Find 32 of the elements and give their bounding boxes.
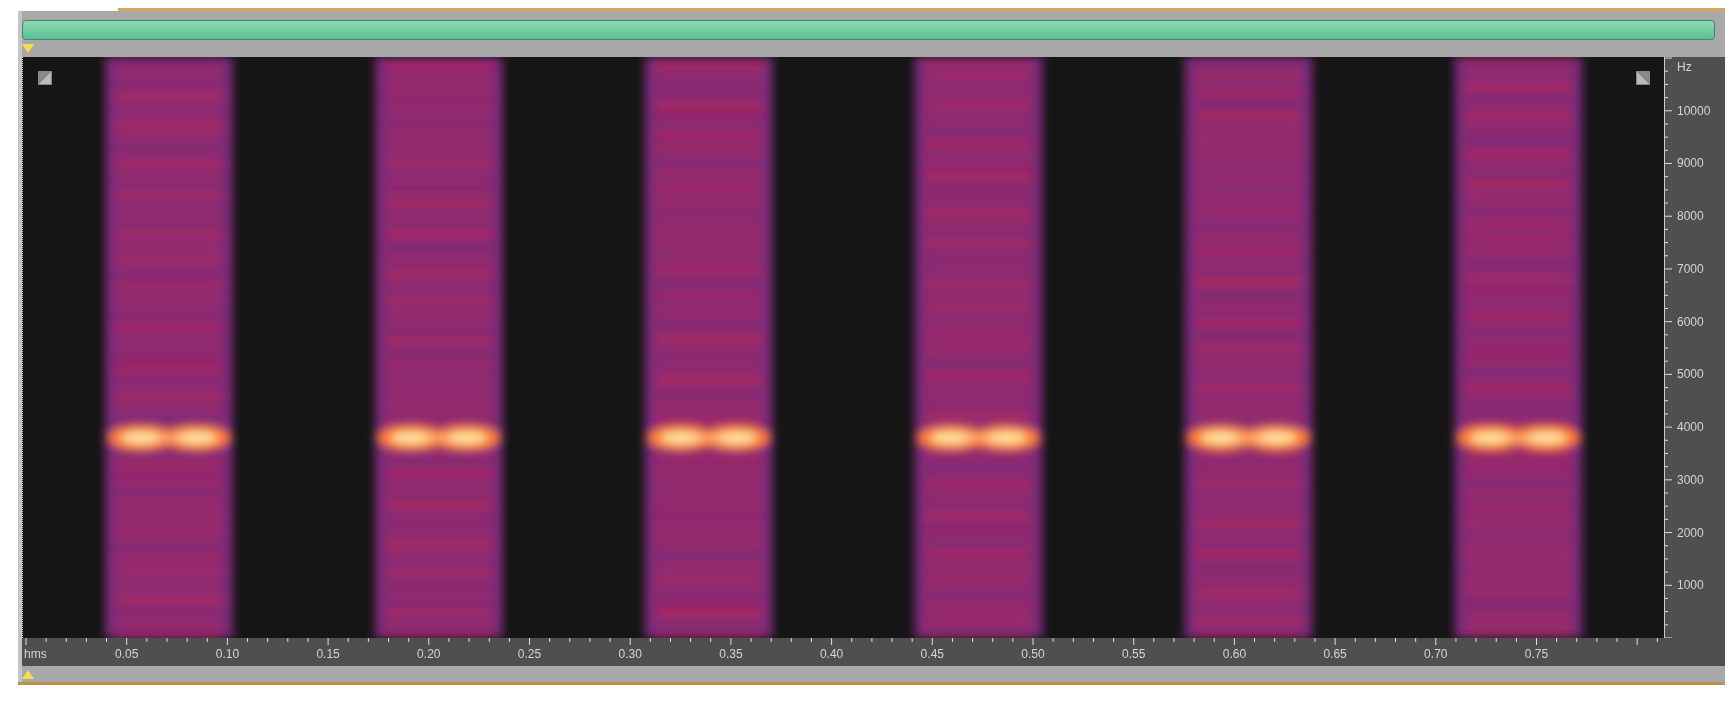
time-unit: hms (24, 647, 47, 661)
time-tick-label: 0.25 (517, 647, 542, 661)
frequency-tick-label: 5000 (1677, 367, 1704, 382)
time-tick-label: 0.15 (316, 647, 340, 661)
frequency-tick-label: 1000 (1677, 578, 1704, 593)
frequency-tick-label: 4000 (1677, 420, 1704, 435)
time-tick-label: 0.10 (215, 647, 240, 661)
frequency-tick-label: 9000 (1677, 156, 1704, 171)
time-tick-label: 0.35 (719, 647, 743, 661)
time-tick-label: 0.45 (920, 647, 944, 661)
time-tick-label: 0.40 (819, 647, 844, 661)
time-tick-label: 0.30 (618, 647, 642, 661)
scrollbar[interactable] (22, 20, 1715, 40)
frequency-tick-label: 6000 (1677, 314, 1704, 329)
time-tick-label: 0.60 (1222, 647, 1247, 661)
time-tick-label: 0.50 (1021, 647, 1045, 661)
zoom-handle-icon[interactable] (1636, 71, 1650, 85)
time-tick-label: 0.65 (1323, 647, 1347, 661)
frequency-unit: Hz (1677, 60, 1692, 74)
frequency-tick-label: 3000 (1677, 472, 1704, 487)
frequency-tick-label: 7000 (1677, 261, 1704, 276)
frequency-tick-label: 2000 (1677, 525, 1704, 540)
zoom-handle-icon[interactable] (38, 71, 52, 85)
time-tick-label: 0.70 (1424, 647, 1448, 661)
marker-handle-icon[interactable] (22, 670, 34, 679)
time-tick-label: 0.55 (1122, 647, 1146, 661)
time-tick-label: 0.75 (1524, 647, 1549, 661)
frequency-tick-label: 8000 (1677, 209, 1704, 224)
marker-handle-icon[interactable] (22, 44, 34, 53)
time-tick-label: 0.20 (417, 647, 441, 661)
time-tick-label: 0.05 (115, 647, 139, 661)
frequency-tick-label: 10000 (1677, 103, 1711, 118)
